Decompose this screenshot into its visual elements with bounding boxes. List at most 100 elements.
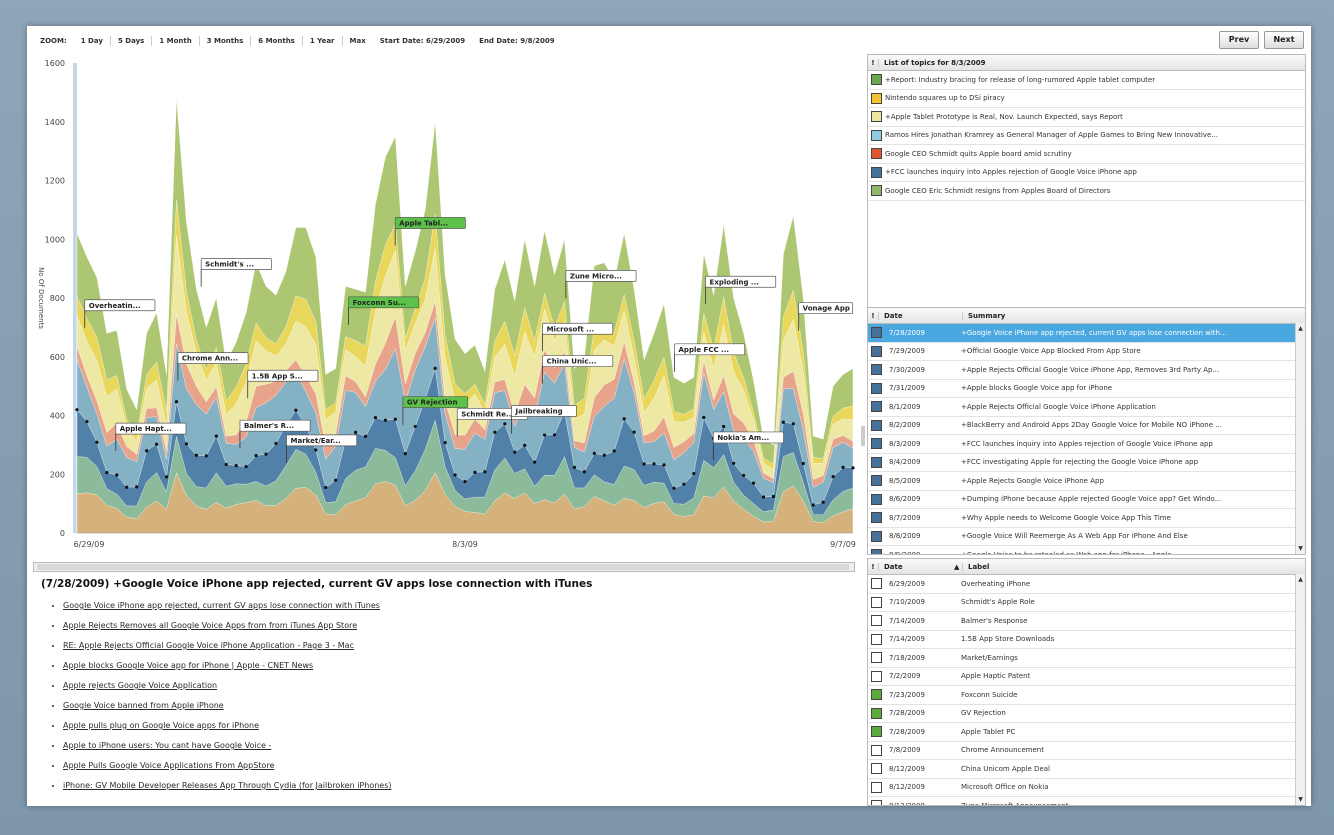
label-checkbox[interactable] <box>871 578 882 590</box>
labels-date-header[interactable]: Date <box>879 563 954 571</box>
annotation-marker[interactable]: Vonage App <box>798 302 854 331</box>
summary-row[interactable]: 8/4/2009 +FCC investigating Apple for rej… <box>868 454 1295 472</box>
label-row[interactable]: 7/28/2009 GV Rejection <box>868 705 1295 723</box>
summary-row[interactable]: 8/3/2009 +FCC launches inquiry into Apple… <box>868 435 1295 454</box>
prev-button[interactable]: Prev <box>1219 31 1259 49</box>
next-button[interactable]: Next <box>1264 31 1304 49</box>
data-point[interactable] <box>513 450 517 454</box>
label-checkbox[interactable] <box>871 670 882 682</box>
label-checkbox[interactable] <box>871 763 882 775</box>
data-point[interactable] <box>244 465 248 469</box>
label-checkbox[interactable] <box>871 781 882 793</box>
data-point[interactable] <box>473 470 477 474</box>
label-checkbox[interactable] <box>871 652 882 664</box>
data-point[interactable] <box>135 485 139 489</box>
labels-scrollbar[interactable]: ▲ ▼ <box>1295 574 1305 805</box>
label-checkbox[interactable] <box>871 689 882 701</box>
data-point[interactable] <box>353 430 358 434</box>
scroll-up-icon[interactable]: ▲ <box>1297 576 1304 583</box>
summary-date-header[interactable]: Date <box>879 311 963 320</box>
topic-row[interactable]: Google CEO Schmidt quits Apple board ami… <box>868 145 1305 164</box>
data-point[interactable] <box>582 470 586 474</box>
data-point[interactable] <box>294 408 298 412</box>
scroll-down-icon[interactable]: ▼ <box>1297 545 1304 552</box>
summary-row[interactable]: 8/2/2009 +BlackBerry and Android Apps 2Da… <box>868 417 1295 435</box>
label-checkbox[interactable] <box>871 633 882 645</box>
label-checkbox[interactable] <box>871 615 882 627</box>
data-point[interactable] <box>851 466 855 470</box>
label-row[interactable]: 7/14/2009 1.5B App Store Downloads <box>868 631 1295 649</box>
zoom-1year[interactable]: 1 Year <box>303 34 342 48</box>
data-point[interactable] <box>533 460 537 464</box>
data-point[interactable] <box>483 470 487 474</box>
end-date[interactable]: End Date: 9/8/2009 <box>472 34 561 48</box>
label-row[interactable]: 7/2/2009 Apple Haptic Patent <box>868 668 1295 686</box>
summary-row[interactable]: 8/6/2009 +Dumping iPhone because Apple re… <box>868 491 1295 509</box>
data-point[interactable] <box>274 441 278 446</box>
summary-mark[interactable]: ! <box>868 311 879 320</box>
data-point[interactable] <box>383 418 388 422</box>
summary-row[interactable]: 7/31/2009 +Apple blocks Google Voice app … <box>868 380 1295 398</box>
data-point[interactable] <box>771 494 776 499</box>
article-link[interactable]: Apple Rejects Removes all Google Voice A… <box>63 621 357 630</box>
data-point[interactable] <box>264 452 268 456</box>
data-point[interactable] <box>154 442 159 446</box>
data-point[interactable] <box>324 485 328 490</box>
label-row[interactable]: 7/10/2009 Schmidt's Apple Role <box>868 594 1295 612</box>
summary-row[interactable]: 7/28/2009 +Google Voice iPhone app reject… <box>868 324 1295 343</box>
data-point[interactable] <box>592 451 596 455</box>
data-point[interactable] <box>831 475 835 479</box>
data-point[interactable] <box>85 419 89 424</box>
summary-scrollbar[interactable]: ▲ ▼ <box>1295 323 1305 554</box>
article-link[interactable]: Apple blocks Google Voice app for iPhone… <box>63 661 313 670</box>
zoom-6months[interactable]: 6 Months <box>251 34 302 48</box>
topic-row[interactable]: Google CEO Eric Schmidt resigns from App… <box>868 182 1305 201</box>
data-point[interactable] <box>75 408 79 412</box>
data-point[interactable] <box>642 462 646 466</box>
label-checkbox[interactable] <box>871 726 882 738</box>
scroll-down-icon[interactable]: ▼ <box>1297 796 1304 803</box>
label-checkbox[interactable] <box>871 596 882 608</box>
data-point[interactable] <box>761 495 766 499</box>
label-row[interactable]: 8/12/2009 China Unicom Apple Deal <box>868 760 1295 779</box>
topic-row[interactable]: +FCC launches inquiry into Apples reject… <box>868 164 1305 182</box>
article-link[interactable]: Google Voice iPhone app rejected, curren… <box>63 601 380 610</box>
label-checkbox[interactable] <box>871 744 882 756</box>
article-link[interactable]: RE: Apple Rejects Official Google Voice … <box>63 641 354 650</box>
sort-asc-icon[interactable]: ▲ <box>954 562 963 571</box>
data-point[interactable] <box>254 453 258 458</box>
data-point[interactable] <box>652 462 656 466</box>
data-point[interactable] <box>801 461 805 466</box>
stacked-area-chart[interactable]: 1600 1400 1200 1000 800 600 400 200 0 No Of Docum… <box>27 51 857 561</box>
data-point[interactable] <box>702 415 706 420</box>
topic-row[interactable]: +Apple Tablet Prototype is Real, Nov. La… <box>868 108 1305 127</box>
data-point[interactable] <box>811 503 815 507</box>
data-point[interactable] <box>184 442 189 446</box>
summary-row[interactable]: 8/7/2009 +Why Apple needs to Welcome Goog… <box>868 509 1295 528</box>
start-date[interactable]: Start Date: 6/29/2009 <box>373 34 472 48</box>
summary-text-header[interactable]: Summary <box>963 312 1005 320</box>
data-point[interactable] <box>722 424 726 429</box>
data-point[interactable] <box>453 473 457 477</box>
data-point[interactable] <box>363 434 368 438</box>
data-point[interactable] <box>234 464 238 468</box>
data-point[interactable] <box>105 470 109 475</box>
data-point[interactable] <box>145 449 149 453</box>
scroll-up-icon[interactable]: ▲ <box>1297 325 1304 332</box>
article-link[interactable]: Google Voice banned from Apple iPhone <box>63 701 224 710</box>
labels-label-header[interactable]: Label <box>963 563 989 571</box>
data-point[interactable] <box>373 416 378 420</box>
data-point[interactable] <box>682 482 686 486</box>
data-point[interactable] <box>552 433 557 437</box>
data-point[interactable] <box>612 449 616 453</box>
label-row[interactable]: 7/23/2009 Foxconn Suicide <box>868 686 1295 705</box>
data-point[interactable] <box>433 366 437 370</box>
topic-row[interactable]: +Report: Industry bracing for release of… <box>868 71 1305 90</box>
label-row[interactable]: 7/18/2009 Market/Earnings <box>868 649 1295 668</box>
label-row[interactable]: 7/14/2009 Balmer's Response <box>868 612 1295 631</box>
data-point[interactable] <box>781 420 785 424</box>
data-point[interactable] <box>174 400 179 404</box>
data-point[interactable] <box>224 462 228 467</box>
timeline-scrollbar[interactable] <box>33 562 855 572</box>
zoom-3months[interactable]: 3 Months <box>200 34 251 48</box>
